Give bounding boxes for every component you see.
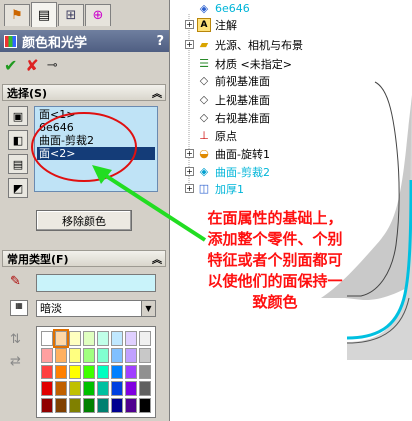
callout-text: 在面属性的基础上， 添加整个零件、个别 特征或者个别面都可 以使他们的面保持一 … bbox=[186, 208, 364, 313]
callout-line: 致颜色 bbox=[252, 293, 298, 311]
callout-line: 特征或者个别面都可 bbox=[207, 251, 343, 269]
callout-line: 在面属性的基础上， bbox=[207, 209, 343, 227]
callout-line: 以使他们的面保持一 bbox=[207, 272, 343, 290]
callout-ellipse bbox=[31, 112, 137, 182]
callout-line: 添加整个零件、个别 bbox=[207, 230, 343, 248]
